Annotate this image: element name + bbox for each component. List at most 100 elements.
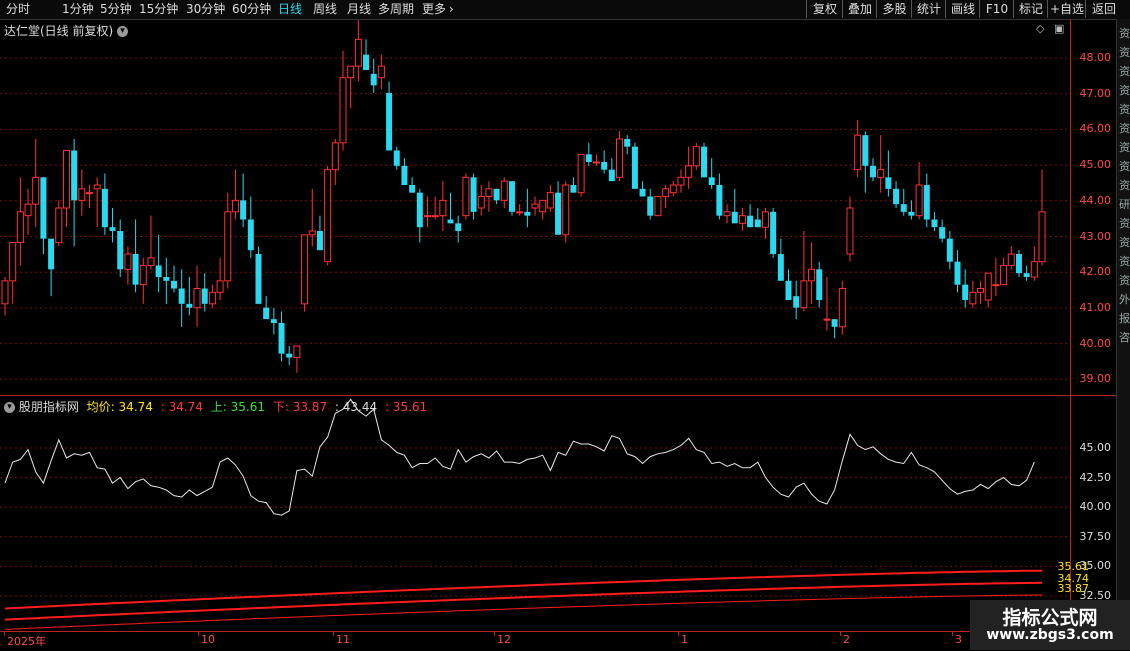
- toolbar-button-8[interactable]: +自选: [1047, 0, 1086, 18]
- candle-body-down: [401, 165, 408, 185]
- band-line-1: [4, 569, 1043, 610]
- candle-body-down: [186, 303, 193, 308]
- period-7[interactable]: 日线: [278, 2, 302, 17]
- indicator-tick-label: 40.00: [1079, 500, 1112, 514]
- candle-body-up: [738, 215, 746, 224]
- period-8[interactable]: 周线: [313, 2, 337, 17]
- period-toolbar: 分时 1分钟 5分钟 15分钟 30分钟 60分钟 日线 周线 月线 多周期 更多 › 复权 叠加 多股 统计…: [0, 0, 1130, 20]
- candle-body-up: [124, 253, 132, 270]
- period-9[interactable]: 月线: [347, 2, 371, 17]
- candle-body-down: [777, 254, 784, 281]
- candle-body-down: [71, 150, 78, 201]
- date-tick: [494, 632, 495, 636]
- candle-body-down: [647, 196, 654, 216]
- candle-body-down: [101, 188, 108, 228]
- candle-body-down: [178, 288, 185, 304]
- candle-body-down: [447, 219, 454, 224]
- candle-body-up: [539, 199, 547, 213]
- candle-body-up: [462, 176, 470, 217]
- watermark-title: 指标公式网: [1002, 607, 1098, 629]
- side-strip-char: 资: [1119, 236, 1130, 249]
- side-strip-char: 外: [1119, 293, 1130, 306]
- chevron-down-icon[interactable]: ▾: [4, 402, 15, 413]
- value-2: : 34.74: [160, 400, 203, 414]
- candle-body-up: [915, 184, 923, 217]
- candle-body-down: [908, 211, 915, 216]
- price-line: [4, 398, 1035, 516]
- candle-body-up: [562, 184, 570, 236]
- candle-body-down: [870, 165, 877, 178]
- period-6[interactable]: 60分钟: [232, 2, 271, 17]
- side-strip-char: 研: [1119, 198, 1130, 211]
- candle-body-up: [546, 192, 554, 209]
- toolbar-button-4[interactable]: 统计: [911, 0, 946, 18]
- candle-body-down: [770, 211, 777, 254]
- toolbar-button-9[interactable]: 返回: [1085, 0, 1122, 18]
- candle-body-down: [716, 185, 723, 216]
- side-strip-char: 资: [1119, 179, 1130, 192]
- diamond-icon[interactable]: ◇: [1036, 22, 1044, 35]
- period-5[interactable]: 30分钟: [186, 2, 225, 17]
- toolbar-button-2[interactable]: 叠加: [842, 0, 877, 18]
- chevron-right-icon[interactable]: ›: [449, 2, 454, 17]
- candle-body-up: [331, 142, 339, 171]
- down-label: 下:: [272, 400, 289, 414]
- period-4[interactable]: 15分钟: [139, 2, 178, 17]
- period-3[interactable]: 5分钟: [100, 2, 132, 17]
- candle-body-down: [255, 254, 262, 304]
- toolbar-button-3[interactable]: 多股: [876, 0, 912, 18]
- toolbar-button-5[interactable]: 画线: [945, 0, 980, 18]
- candle-body-up: [808, 268, 816, 282]
- date-label: 12: [497, 633, 511, 646]
- price-tick-label: 47.00: [1079, 86, 1112, 100]
- indicator-tick-label: 42.50: [1079, 470, 1112, 484]
- price-tick-label: 44.00: [1079, 193, 1112, 207]
- period-11[interactable]: 更多: [422, 2, 446, 17]
- date-tick: [840, 632, 841, 636]
- candle-body-up: [992, 284, 1000, 287]
- stock-title[interactable]: 达仁堂(日线 前复权) ▾: [4, 22, 129, 39]
- candle-body-up: [838, 288, 846, 328]
- candle-body-up: [347, 65, 355, 79]
- candle-body-up: [78, 188, 86, 201]
- period-2[interactable]: 1分钟: [62, 2, 94, 17]
- toolbar-button-7[interactable]: 标记: [1013, 0, 1048, 18]
- candle-body-up: [308, 230, 316, 236]
- candle-body-down: [524, 211, 531, 216]
- panel-toggle-icon[interactable]: ▣: [1054, 22, 1064, 35]
- candle-body-up: [977, 288, 985, 293]
- candle-body-up: [500, 180, 508, 201]
- period-10[interactable]: 多周期: [378, 2, 414, 17]
- candle-body-up: [293, 345, 301, 358]
- candle-body-up: [377, 65, 385, 79]
- toolbar-button-1[interactable]: 复权: [806, 0, 843, 18]
- candle-body-down: [954, 261, 961, 285]
- chevron-down-icon[interactable]: ▾: [117, 26, 129, 37]
- candle-body-up: [324, 169, 332, 263]
- avg-value: 34.74: [118, 400, 153, 414]
- candle-body-down: [754, 219, 761, 228]
- candle-body-down: [493, 188, 500, 201]
- candle-body-down: [455, 223, 462, 231]
- candle-body-up: [685, 165, 693, 178]
- side-info-strip: 资资资资资资资资资研资资资资外报咨: [1116, 19, 1130, 631]
- candle-body-down: [946, 238, 953, 262]
- candle-body-up: [477, 196, 485, 209]
- up-label: 上:: [210, 400, 227, 414]
- candle-body-up: [85, 192, 93, 195]
- candle-body-up: [1, 280, 9, 305]
- toolbar-button-6[interactable]: F10: [979, 0, 1014, 18]
- chart-canvas[interactable]: [0, 0, 1130, 650]
- period-1[interactable]: 分时: [6, 2, 30, 17]
- side-strip-char: 资: [1119, 160, 1130, 173]
- candle-body-up: [55, 207, 63, 243]
- candle-body-up: [677, 176, 685, 186]
- date-label: 2025年: [7, 635, 46, 648]
- price-tick-label: 45.00: [1079, 158, 1112, 172]
- candle-body-up: [439, 199, 447, 217]
- candle-body-up: [139, 265, 147, 286]
- candle-body-down: [155, 265, 162, 277]
- candle-body-down: [1023, 273, 1030, 277]
- candle-body-up: [1000, 265, 1008, 286]
- indicator-name[interactable]: 股朋指标网: [19, 400, 79, 414]
